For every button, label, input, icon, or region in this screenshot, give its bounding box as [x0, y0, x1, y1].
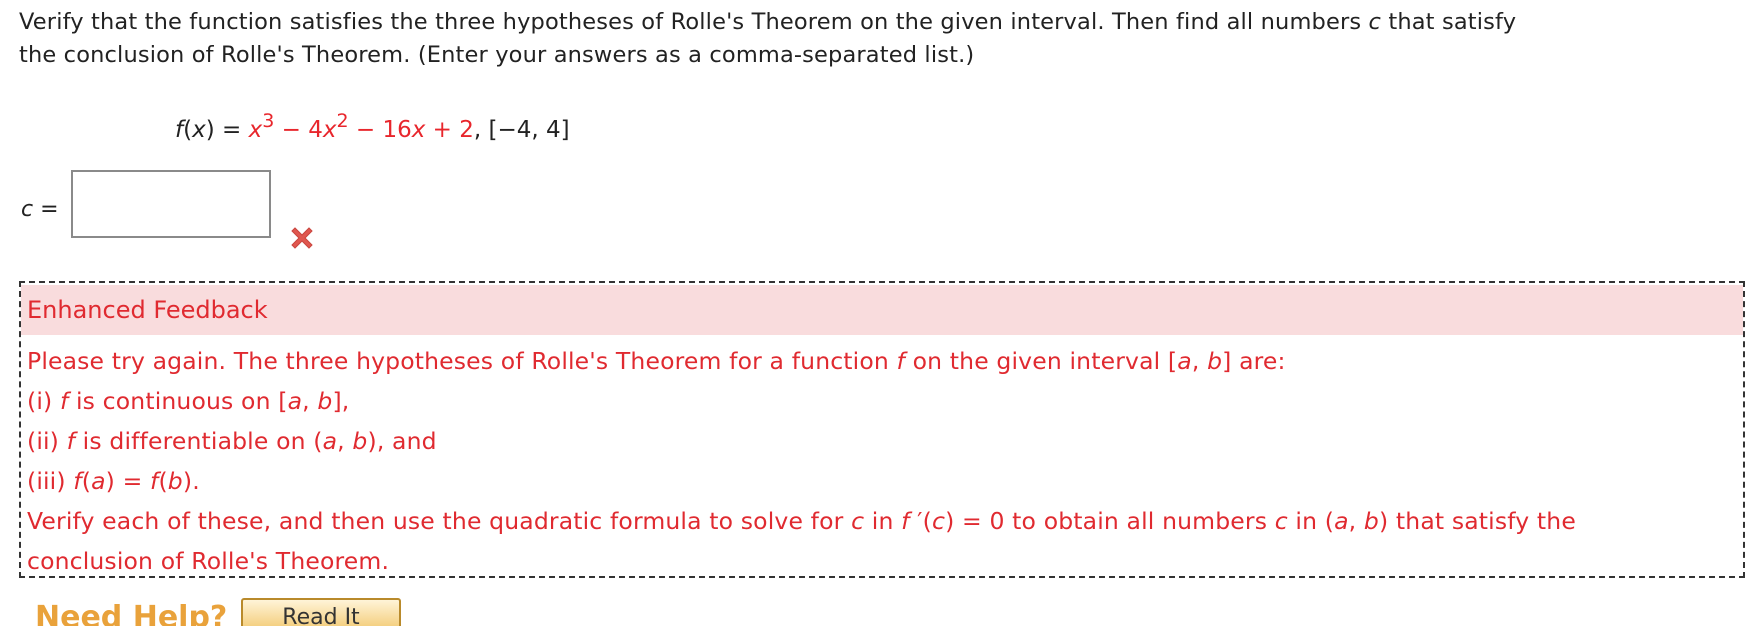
feedback-text: ,: [337, 427, 353, 455]
feedback-instruction: Verify each of these, and then use the q…: [27, 501, 1743, 541]
variable-b: b: [1207, 347, 1223, 375]
variable-c: c: [851, 507, 865, 535]
exponent: 2: [336, 110, 349, 132]
variable-a: a: [91, 467, 106, 495]
equals-sign: =: [33, 197, 59, 222]
exponent: 3: [262, 110, 275, 132]
feedback-text: on the given interval [: [904, 347, 1178, 375]
question-text-part: that satisfy: [1381, 9, 1517, 35]
variable-f: f: [66, 427, 76, 455]
variable-b: b: [317, 387, 333, 415]
variable-x: x: [248, 117, 263, 143]
variable-c: c: [1274, 507, 1288, 535]
read-it-button[interactable]: Read It: [241, 598, 401, 626]
hypothesis-item-2: (ii) f is differentiable on (a, b), and: [27, 421, 1743, 461]
polynomial-expression: x3 − 4x2 − 16x + 2: [248, 112, 474, 144]
feedback-line: conclusion of Rolle's Theorem.: [27, 547, 390, 575]
feedback-text: ) = 0 to obtain all numbers: [945, 507, 1275, 535]
feedback-line: Please try again. The three hypotheses o…: [27, 341, 1743, 381]
feedback-text: ) =: [105, 467, 151, 495]
hypothesis-item-1: (i) f is continuous on [a, b],: [27, 381, 1743, 421]
function-equation: f(x) = x3 − 4x2 − 16x + 2, [−4, 4]: [175, 112, 570, 148]
feedback-text: ] are:: [1222, 347, 1286, 375]
term: − 4: [274, 117, 323, 143]
feedback-text: in (: [1287, 507, 1335, 535]
variable-a: a: [322, 427, 338, 455]
variable-c: c: [1368, 9, 1382, 35]
answer-input[interactable]: [71, 170, 271, 238]
feedback-text: (ii): [27, 427, 67, 455]
variable-f: f: [896, 347, 905, 375]
variable-b: b: [1363, 507, 1379, 535]
question-text: Verify that the function satisfies the t…: [19, 6, 1754, 72]
question-text-part: Verify that the function satisfies the t…: [19, 9, 1369, 35]
need-help-label: Need Help?: [35, 600, 228, 626]
variable-c: c: [21, 197, 34, 222]
interval: , [−4, 4]: [473, 117, 570, 143]
feedback-title: Enhanced Feedback: [21, 285, 1743, 335]
paren: (: [183, 117, 193, 143]
feedback-text: is differentiable on (: [75, 427, 323, 455]
variable-b: b: [167, 467, 183, 495]
wrong-x-icon: [291, 227, 313, 249]
feedback-text: ′(: [909, 507, 932, 535]
feedback-text: Verify each of these, and then use the q…: [27, 507, 852, 535]
variable-f: f: [73, 467, 82, 495]
variable-a: a: [1334, 507, 1349, 535]
feedback-text: (i): [27, 387, 60, 415]
variable-b: b: [352, 427, 368, 455]
feedback-text: ).: [182, 467, 200, 495]
feedback-text: ,: [1191, 347, 1208, 375]
feedback-text: ,: [302, 387, 318, 415]
feedback-text: ,: [1348, 507, 1364, 535]
feedback-text: (iii): [27, 467, 74, 495]
variable-f: f: [901, 507, 910, 535]
function-name: f: [175, 117, 184, 143]
variable-x: x: [192, 117, 206, 143]
hypothesis-item-3: (iii) f(a) = f(b).: [27, 461, 1743, 501]
variable-c: c: [931, 507, 946, 535]
variable-x: x: [411, 117, 426, 143]
feedback-text: Please try again. The three hypotheses o…: [27, 347, 897, 375]
feedback-text: is continuous on [: [68, 387, 288, 415]
feedback-text: ), and: [367, 427, 437, 455]
feedback-text: (: [81, 467, 92, 495]
feedback-text: in: [864, 507, 902, 535]
feedback-text: (: [158, 467, 168, 495]
question-line-1: Verify that the function satisfies the t…: [19, 6, 1754, 39]
answer-label: c =: [21, 196, 59, 224]
term: + 2: [425, 117, 474, 143]
term: − 16: [348, 117, 412, 143]
variable-a: a: [1177, 347, 1192, 375]
question-line-2: the conclusion of Rolle's Theorem. (Ente…: [19, 42, 975, 68]
equals-sign: ) =: [205, 117, 249, 143]
variable-x: x: [322, 117, 337, 143]
feedback-text: ],: [332, 387, 350, 415]
feedback-body: Please try again. The three hypotheses o…: [21, 335, 1743, 581]
enhanced-feedback-panel: Enhanced Feedback Please try again. The …: [19, 281, 1745, 578]
variable-a: a: [287, 387, 303, 415]
feedback-text: ) that satisfy the: [1378, 507, 1576, 535]
need-help-row: Need Help? Read It: [35, 596, 435, 626]
